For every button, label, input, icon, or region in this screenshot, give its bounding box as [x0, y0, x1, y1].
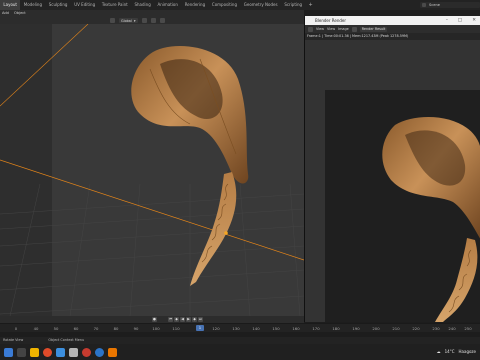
scene-label: Scene	[429, 3, 440, 7]
frame-tick: 160	[292, 326, 300, 331]
transform-orientation-icon	[110, 18, 115, 23]
add-workspace-button[interactable]: +	[306, 2, 316, 8]
workspace-bar: Layout Modeling Sculpting UV Editing Tex…	[0, 0, 480, 10]
frame-tick: 180	[332, 326, 340, 331]
tab-texture-paint[interactable]: Texture Paint	[99, 0, 132, 10]
blender-icon[interactable]	[108, 347, 117, 357]
frame-tick: 90	[133, 326, 139, 331]
render-hair-preview	[382, 117, 480, 322]
tab-shading[interactable]: Shading	[131, 0, 154, 10]
frame-tick: 60	[73, 326, 79, 331]
proportional-edit-icon[interactable]	[159, 18, 165, 23]
render-result-image	[325, 90, 480, 322]
jump-end-icon[interactable]: ⏭	[198, 317, 203, 322]
chrome-icon[interactable]	[43, 347, 52, 357]
render-menu-view-2[interactable]: View	[327, 27, 335, 31]
close-icon[interactable]: ✕	[472, 16, 476, 25]
frame-tick: 220	[412, 326, 420, 331]
frame-tick: 50	[53, 326, 59, 331]
opera-icon[interactable]	[82, 347, 91, 357]
editor-type-icon[interactable]	[308, 26, 313, 32]
weather-icon: ☁	[436, 349, 441, 354]
menu-add[interactable]: Add	[2, 11, 9, 15]
os-taskbar: ☁ 14°C Haagoze	[0, 344, 480, 360]
frame-tick: 140	[252, 326, 260, 331]
tab-compositing[interactable]: Compositing	[209, 0, 241, 10]
3d-viewport[interactable]	[0, 24, 304, 316]
render-window-toolbar: View View Image Render Result	[305, 25, 480, 33]
viewport-scene	[0, 24, 304, 316]
frame-tick: 110	[172, 326, 180, 331]
task-view-icon[interactable]	[17, 347, 26, 357]
frame-tick: 200	[372, 326, 380, 331]
play-icon[interactable]: ▶	[186, 317, 191, 322]
render-canvas[interactable]	[305, 40, 480, 322]
file-explorer-icon[interactable]	[30, 347, 39, 357]
frame-tick: 250	[464, 326, 472, 331]
status-context-menu: Object Context Menu	[48, 338, 85, 342]
timeline-controls: ● ⏮ ◆ ◀ ▶ ◆ ⏭	[0, 316, 304, 323]
render-info-bar: Frame:1 | Time:00:01.36 | Mem:1217.43M (…	[305, 33, 480, 40]
render-window: Blender Render – □ ✕ View View Image Ren…	[304, 16, 480, 322]
record-button[interactable]: ●	[152, 317, 157, 322]
render-menu-image[interactable]: Image	[338, 27, 349, 31]
orientation-label: Global	[121, 18, 132, 23]
frame-tick: 170	[312, 326, 320, 331]
status-rotate-view: Rotate View	[3, 338, 24, 342]
render-menu-view[interactable]: View	[316, 27, 324, 31]
frame-tick: 190	[352, 326, 360, 331]
current-frame-indicator[interactable]: 1	[196, 325, 204, 331]
frame-tick: 120	[212, 326, 220, 331]
start-menu-icon[interactable]	[4, 347, 13, 357]
prev-keyframe-icon[interactable]: ◆	[174, 317, 179, 322]
tab-layout[interactable]: Layout	[0, 0, 21, 10]
play-reverse-icon[interactable]: ◀	[180, 317, 185, 322]
frame-tick: 70	[93, 326, 99, 331]
weather-label: Haagoze	[458, 349, 476, 354]
timeline-ruler[interactable]: 0 40 50 60 70 80 90 100 110 1 120 130 14…	[0, 323, 480, 332]
frame-tick: 230	[432, 326, 440, 331]
tab-geometry-nodes[interactable]: Geometry Nodes	[240, 0, 281, 10]
frame-tick: 0	[14, 326, 18, 331]
viewport-header: Add Object Global ▾	[0, 10, 304, 24]
viewport-shadow-area	[0, 24, 52, 316]
orientation-dropdown[interactable]: Global ▾	[119, 18, 138, 23]
scene-icon	[422, 3, 426, 7]
minimize-icon[interactable]: –	[446, 16, 448, 25]
tab-rendering[interactable]: Rendering	[181, 0, 208, 10]
frame-tick: 210	[392, 326, 400, 331]
menu-object[interactable]: Object	[14, 11, 26, 15]
frame-tick: 240	[448, 326, 456, 331]
render-slot-dropdown[interactable]: Render Result	[359, 26, 388, 32]
edge-icon[interactable]	[95, 347, 104, 357]
frame-tick: 100	[152, 326, 160, 331]
system-tray: ☁ 14°C Haagoze	[437, 349, 476, 354]
maximize-icon[interactable]: □	[458, 16, 462, 25]
weather-temp: 14°C	[444, 349, 455, 354]
tab-uv-editing[interactable]: UV Editing	[71, 0, 99, 10]
frame-tick: 40	[33, 326, 39, 331]
image-browse-icon[interactable]	[351, 26, 357, 32]
store-icon[interactable]	[56, 347, 65, 357]
snap-icon[interactable]	[150, 18, 156, 23]
tab-scripting[interactable]: Scripting	[281, 0, 306, 10]
mail-icon[interactable]	[69, 347, 78, 357]
render-slot-label: Render Result	[361, 27, 386, 31]
chevron-down-icon: ▾	[133, 18, 136, 23]
scene-selector[interactable]: Scene	[420, 2, 480, 8]
render-window-titlebar: Blender Render – □ ✕	[305, 16, 480, 25]
jump-start-icon[interactable]: ⏮	[168, 317, 173, 322]
frame-tick: 80	[113, 326, 119, 331]
tab-modeling[interactable]: Modeling	[20, 0, 45, 10]
render-window-title: Blender Render	[315, 18, 347, 23]
frame-tick: 150	[272, 326, 280, 331]
tab-animation[interactable]: Animation	[154, 0, 181, 10]
pivot-icon[interactable]	[141, 18, 147, 23]
next-keyframe-icon[interactable]: ◆	[192, 317, 197, 322]
frame-tick: 130	[232, 326, 240, 331]
tab-sculpting[interactable]: Sculpting	[45, 0, 70, 10]
status-bar: Rotate View Object Context Menu	[0, 337, 480, 344]
